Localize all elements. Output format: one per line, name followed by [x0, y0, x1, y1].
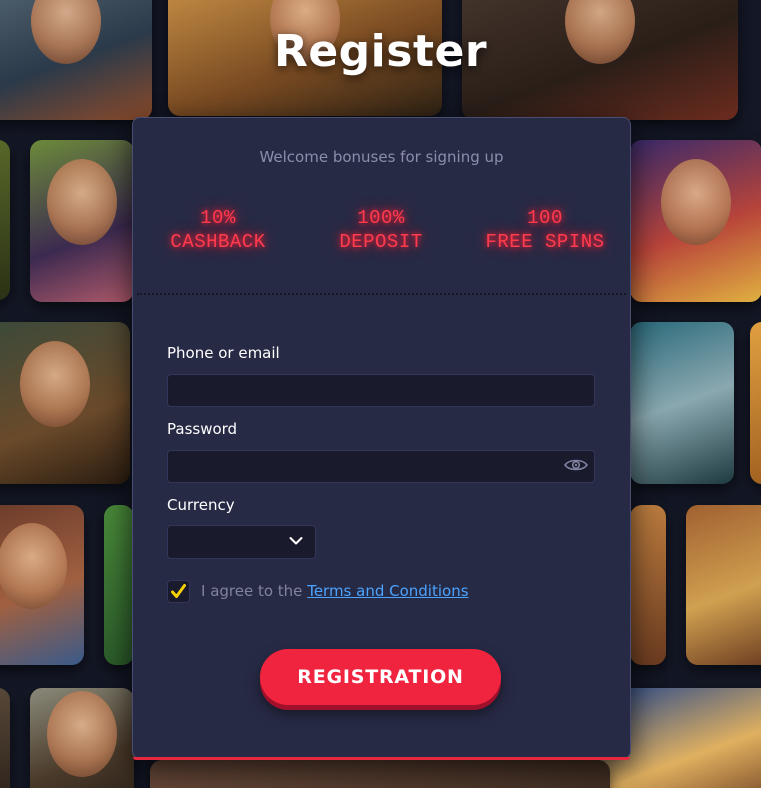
game-tile — [150, 760, 610, 788]
game-tile — [686, 505, 761, 665]
bonus-label: FREE SPINS — [485, 231, 605, 253]
game-tile — [30, 140, 134, 302]
game-tile — [630, 140, 761, 302]
phone-or-email-input[interactable] — [167, 374, 595, 407]
game-tile — [0, 140, 10, 300]
terms-link[interactable]: Terms and Conditions — [307, 582, 468, 600]
registration-panel: Welcome bonuses for signing up 10% CASHB… — [132, 117, 631, 760]
bonus-intro: Welcome bonuses for signing up — [259, 148, 504, 166]
eye-icon[interactable] — [564, 457, 588, 473]
bonus-value: 10% — [200, 207, 236, 229]
bonus-value: 100% — [357, 207, 405, 229]
bonus-deposit: 100% DEPOSIT — [296, 206, 466, 254]
bonus-cashback: 10% CASHBACK — [133, 206, 303, 254]
bonus-list: 10% CASHBACK 100% DEPOSIT 100 FREE SPINS — [133, 206, 630, 266]
bonus-free-spins: 100 FREE SPINS — [460, 206, 630, 254]
game-tile — [30, 688, 134, 788]
check-icon — [171, 584, 186, 598]
game-tile — [0, 505, 84, 665]
game-tile — [0, 322, 130, 484]
bonus-value: 100 — [527, 207, 563, 229]
phone-label: Phone or email — [167, 344, 280, 362]
chevron-down-icon — [289, 537, 303, 545]
registration-button[interactable]: REGISTRATION — [260, 649, 501, 705]
currency-label: Currency — [167, 496, 235, 514]
bonus-label: DEPOSIT — [339, 231, 423, 253]
game-tile — [104, 505, 134, 665]
game-tile — [0, 688, 10, 788]
game-tile — [630, 505, 666, 665]
terms-checkbox[interactable] — [167, 580, 190, 603]
dotted-divider — [137, 293, 626, 295]
game-tile — [630, 322, 734, 484]
terms-agreement: I agree to the Terms and Conditions — [201, 582, 469, 600]
game-tile — [750, 322, 761, 484]
bonus-label: CASHBACK — [170, 231, 266, 253]
agree-text: I agree to the — [201, 582, 303, 600]
page-title: Register — [273, 26, 488, 77]
currency-select[interactable] — [167, 525, 316, 559]
password-label: Password — [167, 420, 238, 438]
password-input[interactable] — [167, 450, 595, 483]
